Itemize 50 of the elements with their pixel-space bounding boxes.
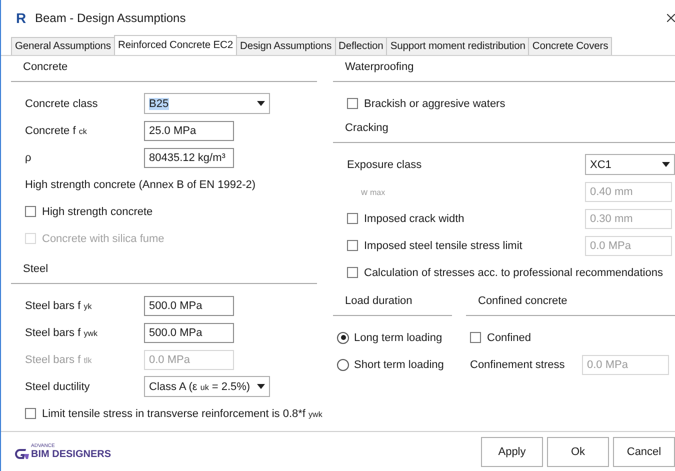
checkbox[interactable] (470, 332, 481, 343)
checkbox[interactable] (25, 206, 36, 217)
caret-icon (662, 162, 670, 167)
dropdown[interactable]: XC1 (585, 154, 675, 175)
checkbox-label: Imposed steel tensile stress limit (364, 240, 524, 252)
caret-icon (257, 101, 265, 106)
info-text: High strength concrete (Annex B of EN 1992-2) (25, 178, 256, 190)
tab[interactable]: Deflection (334, 37, 388, 55)
radio-button[interactable] (337, 358, 349, 370)
checkbox-label: Concrete with silica fume (42, 232, 164, 244)
checkbox[interactable] (25, 408, 36, 419)
field-label: ρ (25, 152, 32, 164)
input-field[interactable]: 25.0 MPa (144, 120, 234, 140)
checkbox-label: Confined (487, 332, 532, 344)
radio-label: Short term loading (354, 358, 444, 370)
logo-text: BIM DESIGNERS (31, 448, 112, 460)
section-header: Concrete (11, 56, 317, 82)
tab[interactable]: General Assumptions (11, 37, 115, 55)
section-header: Cracking (333, 117, 675, 143)
dialog-button[interactable]: Apply (481, 436, 543, 466)
radio-label: Long term loading (354, 332, 442, 344)
logo-icon (15, 448, 29, 460)
tab[interactable]: Support moment redistribution (386, 37, 530, 55)
app-icon: R (16, 11, 29, 25)
checkbox-label: Brackish or aggresive waters (364, 98, 506, 110)
section-header: Waterproofing (333, 56, 675, 82)
field-label: Steel ductility (25, 380, 91, 392)
field-label: Concrete class (25, 98, 99, 110)
checkbox-label: High strength concrete (42, 206, 153, 218)
input-field[interactable]: 80435.12 kg/m³ (144, 148, 234, 168)
field-label: Confinement stress (470, 358, 566, 370)
checkbox[interactable] (347, 267, 358, 278)
dropdown[interactable]: B25 (144, 93, 270, 114)
section-header: Confined concrete (466, 290, 675, 316)
checkbox-label: Calculation of stresses acc. to professional recommendations (364, 266, 663, 278)
dialog-button[interactable]: Ok (547, 436, 609, 466)
caret-icon (257, 384, 265, 389)
input-field[interactable]: 500.0 MPa (144, 296, 234, 316)
input-field[interactable]: 500.0 MPa (144, 322, 234, 342)
section-header: Load duration (333, 290, 452, 316)
tab[interactable]: Design Assumptions (236, 37, 336, 55)
checkbox[interactable] (347, 98, 358, 109)
radio-button[interactable] (337, 332, 349, 344)
checkbox-label: Imposed crack width (364, 212, 466, 224)
window-title: Beam - Design Assumptions (35, 11, 187, 25)
tab[interactable]: Concrete Covers (528, 37, 612, 55)
section-header: Steel (11, 258, 317, 284)
close-icon[interactable] (667, 14, 675, 22)
field-label: Exposure class (347, 158, 423, 170)
dialog-button[interactable]: Cancel (613, 436, 675, 466)
